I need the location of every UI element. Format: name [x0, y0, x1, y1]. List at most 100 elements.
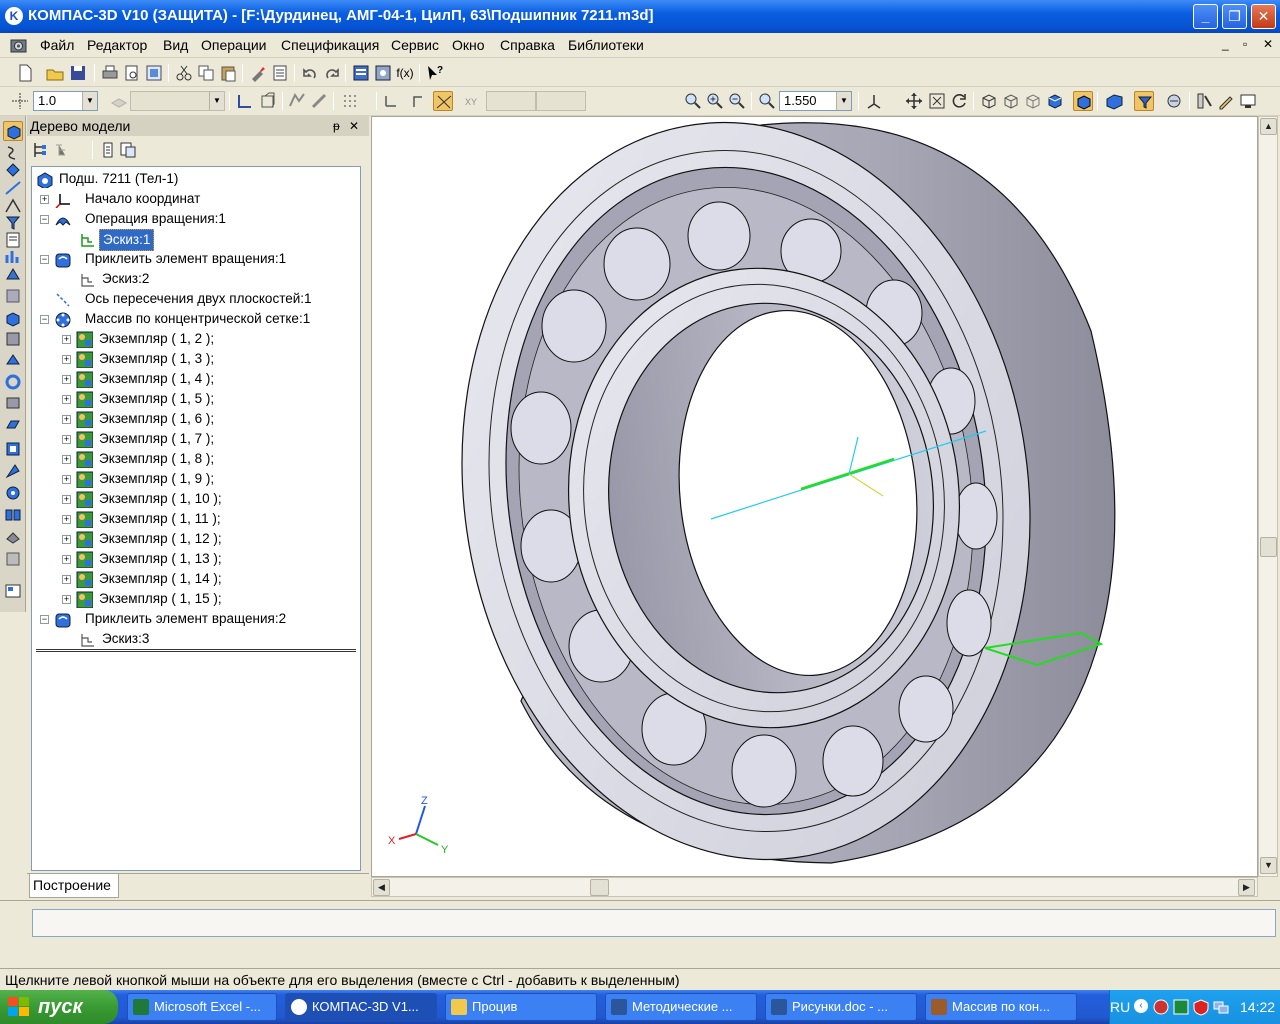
geometry-icon[interactable] [287, 91, 307, 111]
tab-construction[interactable]: Построение [29, 874, 119, 898]
help-pointer-icon[interactable]: ? [424, 63, 444, 83]
save-icon[interactable] [68, 63, 88, 83]
rotation-icon[interactable] [3, 372, 23, 392]
mirror-icon[interactable] [3, 505, 23, 525]
filter-toggle-icon[interactable] [1134, 91, 1154, 111]
expand-icon[interactable]: + [62, 395, 71, 404]
menu-file[interactable]: Файл [40, 37, 74, 53]
zoom-out-icon[interactable] [727, 91, 747, 111]
task-folder[interactable]: Процив [445, 993, 597, 1021]
zoom-scale-icon[interactable] [757, 91, 777, 111]
menu-specification[interactable]: Спецификация [281, 37, 379, 53]
loft-icon[interactable] [3, 350, 23, 370]
expand-icon[interactable]: + [62, 555, 71, 564]
display-icon[interactable] [1238, 91, 1258, 111]
doc-minimize-button[interactable]: _ [1222, 37, 1229, 51]
menu-service[interactable]: Сервис [391, 37, 439, 53]
start-button[interactable]: пуск [0, 990, 118, 1024]
measure-icon[interactable] [1194, 91, 1214, 111]
hole-icon[interactable] [3, 549, 23, 569]
document-icon[interactable] [9, 37, 29, 55]
menu-libraries[interactable]: Библиотеки [568, 37, 644, 53]
title-bar[interactable]: K КОМПАС-3D V10 (ЗАЩИТА) - [F:\Дурдинец,… [0, 0, 1280, 33]
menu-editor[interactable]: Редактор [87, 37, 147, 53]
vertical-scrollbar[interactable]: ▲ ▼ [1258, 116, 1278, 877]
doc-restore-button[interactable]: ▫ [1243, 37, 1247, 51]
menu-operations[interactable]: Операции [201, 37, 267, 53]
zoom-in-icon[interactable] [705, 91, 725, 111]
edit-details-icon[interactable] [3, 121, 23, 141]
rotate-icon[interactable] [949, 91, 969, 111]
shell-icon[interactable] [3, 416, 23, 436]
collapse-icon[interactable]: − [40, 315, 49, 324]
sketch-tools-icon[interactable] [3, 143, 23, 163]
constraint-icon[interactable] [309, 91, 329, 111]
scroll-left-icon[interactable]: ◀ [373, 879, 390, 896]
expand-icon[interactable]: + [62, 475, 71, 484]
edit-icon[interactable] [1216, 91, 1236, 111]
language-indicator[interactable]: RU [1110, 999, 1130, 1015]
local-cs-icon[interactable] [235, 91, 255, 111]
collapse-icon[interactable]: − [40, 615, 49, 624]
print-icon[interactable] [100, 63, 120, 83]
rib-icon[interactable] [3, 439, 23, 459]
print-preview-icon[interactable] [122, 63, 142, 83]
new-file-icon[interactable] [15, 63, 35, 83]
redo-icon[interactable] [322, 63, 342, 83]
model-tree[interactable]: Подш. 7211 (Тел-1) + Начало координат − … [31, 166, 361, 871]
horizontal-scrollbar[interactable]: ◀ ▶ [371, 877, 1258, 897]
show-history-icon[interactable] [98, 140, 118, 160]
array-icon[interactable] [3, 483, 23, 503]
task-excel[interactable]: Microsoft Excel -... [127, 993, 277, 1021]
grid-snap-icon[interactable] [10, 91, 30, 111]
property-panel[interactable] [32, 909, 1276, 937]
scroll-up-icon[interactable]: ▲ [1260, 118, 1277, 135]
minimize-button[interactable]: _ [1193, 4, 1218, 29]
tray-arrow-icon[interactable]: ‹ [1134, 999, 1148, 1013]
grid-icon[interactable] [340, 91, 360, 111]
3d-viewport[interactable]: Z Y X [371, 116, 1258, 877]
zoom-window-icon[interactable] [683, 91, 703, 111]
task-word-1[interactable]: Методические ... [605, 993, 757, 1021]
pan-icon[interactable] [904, 91, 924, 111]
task-kompas[interactable]: КОМПАС-3D V1... [285, 993, 437, 1021]
scroll-right-icon[interactable]: ▶ [1238, 879, 1255, 896]
zoom-all-icon[interactable] [927, 91, 947, 111]
orientation-icon[interactable] [258, 91, 278, 111]
tray-security-icon[interactable] [1192, 998, 1210, 1016]
open-folder-icon[interactable] [45, 63, 65, 83]
variables-icon[interactable] [373, 63, 393, 83]
expand-icon[interactable]: + [62, 335, 71, 344]
close-button[interactable]: ✕ [1251, 4, 1276, 29]
library-icon[interactable] [3, 581, 23, 601]
tray-shield-icon[interactable] [1172, 998, 1190, 1016]
preview-icon[interactable] [144, 63, 164, 83]
scroll-thumb[interactable] [1260, 537, 1277, 557]
show-sketches-icon[interactable] [118, 140, 138, 160]
tray-app-icon[interactable] [1152, 998, 1170, 1016]
section-icon[interactable] [3, 461, 23, 481]
pin-icon[interactable]: ᵽ [333, 116, 340, 136]
cut-icon[interactable] [174, 63, 194, 83]
measure-tools-icon[interactable] [3, 264, 23, 284]
perspective-icon[interactable] [1104, 91, 1124, 111]
expand-icon[interactable]: + [62, 575, 71, 584]
orientation-view-icon[interactable] [864, 91, 884, 111]
paste-icon[interactable] [218, 63, 238, 83]
shaded-icon[interactable] [1045, 91, 1065, 111]
extrude-icon[interactable] [3, 308, 23, 328]
step-combo[interactable]: 1.0 ▼ [33, 91, 98, 111]
snap-icon[interactable] [410, 91, 430, 111]
collapse-icon[interactable]: − [40, 255, 49, 264]
expand-icon[interactable]: + [62, 515, 71, 524]
hidden-thin-icon[interactable] [1023, 91, 1043, 111]
scroll-thumb[interactable] [590, 879, 609, 896]
kompas-app-icon[interactable]: K [5, 7, 23, 25]
menu-window[interactable]: Окно [452, 37, 485, 53]
chamfer-icon[interactable] [3, 393, 23, 413]
zoom-combo[interactable]: 1.550 ▼ [779, 91, 852, 111]
expand-icon[interactable]: + [62, 355, 71, 364]
expand-icon[interactable]: + [62, 495, 71, 504]
undo-icon[interactable] [300, 63, 320, 83]
menu-view[interactable]: Вид [163, 37, 188, 53]
